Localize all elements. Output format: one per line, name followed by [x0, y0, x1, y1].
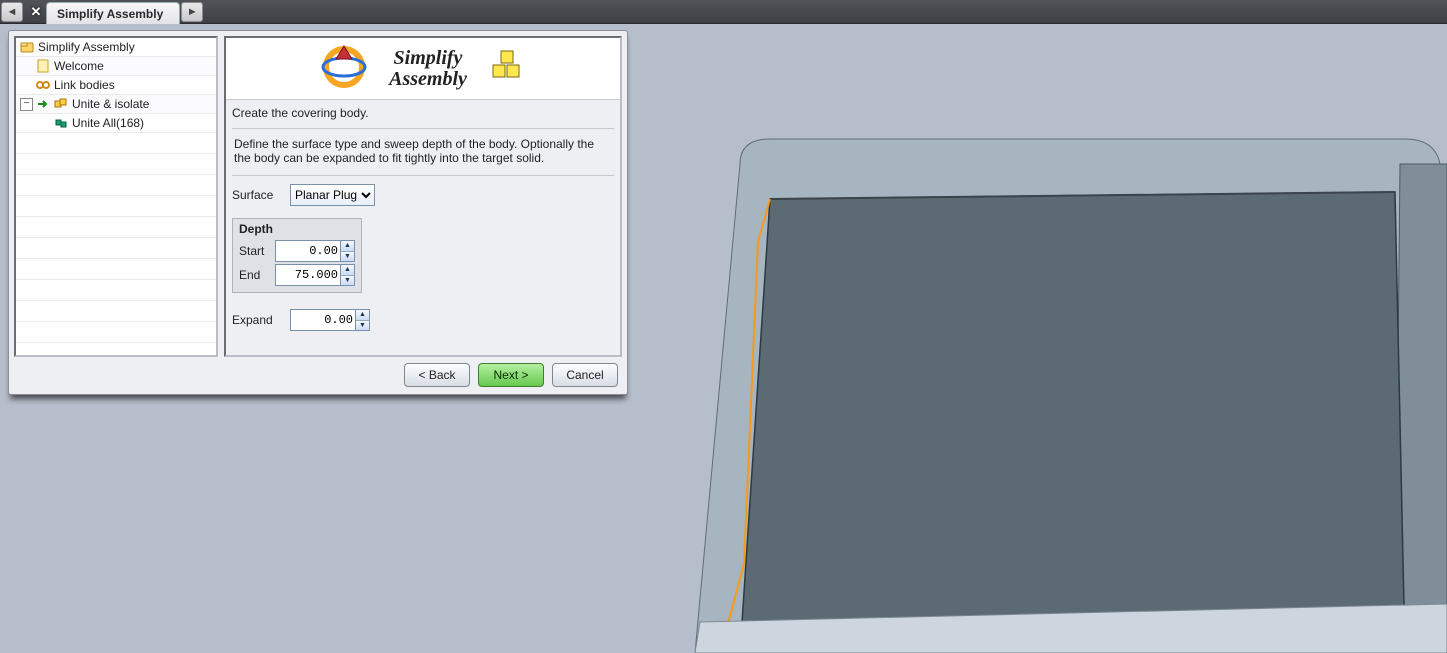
wizard-step-tree[interactable]: Simplify Assembly Welcome Link bodies − — [14, 36, 218, 357]
tab-prev-button[interactable]: ◄ — [1, 2, 23, 22]
depth-start-input[interactable]: ▲ ▼ — [275, 240, 355, 262]
spin-down-icon[interactable]: ▼ — [341, 276, 354, 286]
page-icon — [36, 59, 50, 73]
tree-root-label: Simplify Assembly — [38, 40, 135, 54]
depth-end-field[interactable] — [276, 265, 340, 285]
spin-up-icon[interactable]: ▲ — [341, 265, 354, 276]
tree-item-label: Unite All(168) — [72, 116, 144, 130]
surface-select[interactable]: Planar Plug — [290, 184, 375, 206]
depth-start-field[interactable] — [276, 241, 340, 261]
unite-icon — [54, 97, 68, 111]
depth-start-label: Start — [239, 244, 269, 258]
depth-group: Depth Start ▲ ▼ — [232, 218, 362, 293]
folder-icon — [20, 40, 34, 54]
expand-label: Expand — [232, 313, 282, 327]
tree-item-link-bodies[interactable]: Link bodies — [16, 76, 216, 95]
tree-collapse-icon[interactable]: − — [20, 98, 33, 111]
wizard-description: Define the surface type and sweep depth … — [232, 129, 614, 176]
tab-close-button[interactable]: ✕ — [26, 0, 46, 24]
tree-item-unite-isolate[interactable]: − Unite & isolate — [16, 95, 216, 114]
wizard-content-pane: Simplify Assembly Create the covering bo… — [224, 36, 622, 357]
tree-item-welcome[interactable]: Welcome — [16, 57, 216, 76]
wizard-title: Simplify Assembly — [389, 48, 467, 90]
tab-simplify-assembly[interactable]: Simplify Assembly — [46, 2, 180, 24]
tab-label: Simplify Assembly — [57, 7, 163, 21]
tab-bar: ◄ ✕ Simplify Assembly ► — [0, 0, 1447, 24]
tree-item-label: Link bodies — [54, 78, 115, 92]
tree-item-label: Welcome — [54, 59, 104, 73]
tree-item-unite-all[interactable]: Unite All(168) — [16, 114, 216, 133]
wizard-subheading: Create the covering body. — [232, 104, 614, 129]
link-icon — [36, 78, 50, 92]
tree-root[interactable]: Simplify Assembly — [16, 38, 216, 57]
back-button[interactable]: < Back — [404, 363, 470, 387]
depth-end-label: End — [239, 268, 269, 282]
tab-next-button[interactable]: ► — [181, 2, 203, 22]
unite-all-icon — [54, 116, 68, 130]
wizard-header: Simplify Assembly — [226, 38, 620, 100]
spin-up-icon[interactable]: ▲ — [356, 310, 369, 321]
wizard-logo-icon — [319, 42, 369, 95]
arrow-right-icon — [36, 97, 50, 111]
wizard-button-row: < Back Next > Cancel — [14, 357, 622, 389]
depth-legend: Depth — [239, 219, 355, 238]
assembly-icon — [487, 47, 527, 90]
next-button[interactable]: Next > — [478, 363, 544, 387]
tree-item-label: Unite & isolate — [72, 97, 149, 111]
spin-down-icon[interactable]: ▼ — [356, 321, 369, 331]
spin-up-icon[interactable]: ▲ — [341, 241, 354, 252]
cancel-button[interactable]: Cancel — [552, 363, 618, 387]
expand-input[interactable]: ▲ ▼ — [290, 309, 370, 331]
spin-down-icon[interactable]: ▼ — [341, 252, 354, 262]
expand-field[interactable] — [291, 310, 355, 330]
surface-label: Surface — [232, 188, 282, 202]
depth-end-input[interactable]: ▲ ▼ — [275, 264, 355, 286]
simplify-assembly-dialog: Simplify Assembly Welcome Link bodies − — [8, 30, 628, 395]
